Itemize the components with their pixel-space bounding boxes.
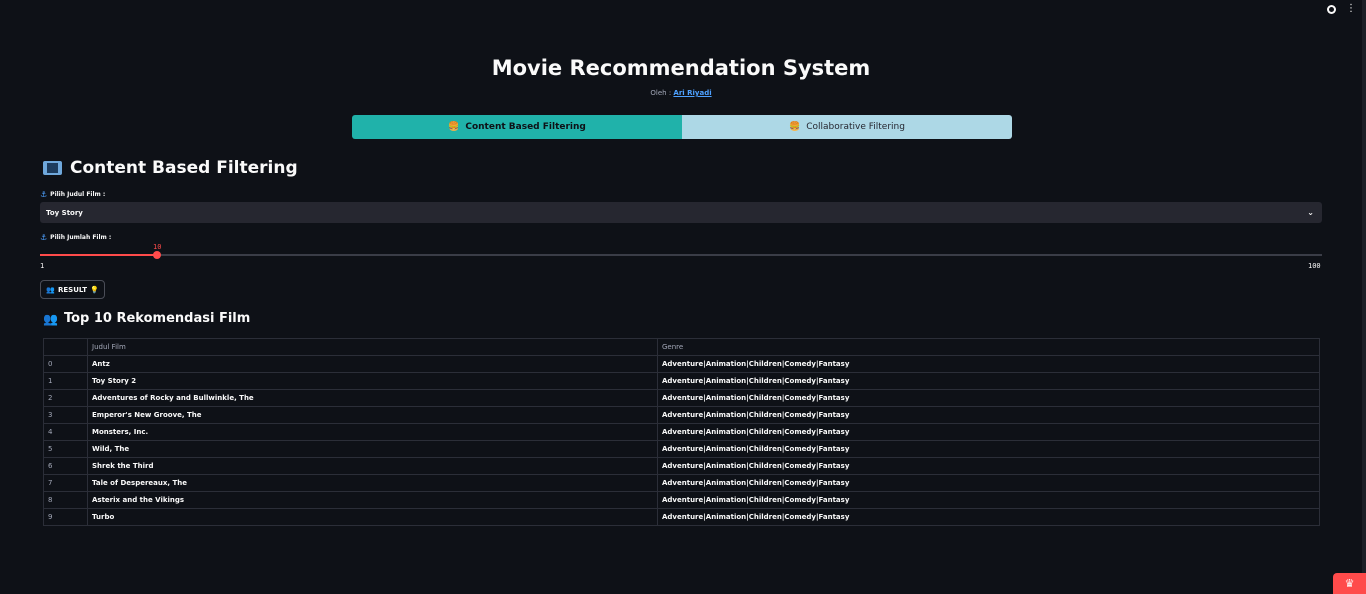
row-index: 7 (43, 474, 88, 492)
lightbulb-icon: 💡 (89, 285, 99, 294)
table-header-row: Judul Film Genre (43, 338, 1320, 356)
movie-title-cell: Adventures of Rocky and Bullwinkle, The (87, 389, 658, 407)
genre-cell: Adventure|Animation|Children|Comedy|Fant… (657, 440, 1320, 458)
column-header-genre[interactable]: Genre (657, 338, 1320, 356)
genre-cell: Adventure|Animation|Children|Comedy|Fant… (657, 508, 1320, 526)
movie-title-cell: Emperor's New Groove, The (87, 406, 658, 424)
row-index: 3 (43, 406, 88, 424)
row-index: 2 (43, 389, 88, 407)
results-table: Judul Film Genre 0 Antz Adventure|Animatio… (43, 338, 1320, 526)
github-icon[interactable] (1327, 5, 1336, 14)
table-row: 0 Antz Adventure|Animation|Children|Comedy… (43, 355, 1320, 373)
table-row: 1 Toy Story 2 Adventure|Animation|Children… (43, 372, 1320, 390)
row-index: 5 (43, 440, 88, 458)
movie-title-cell: Wild, The (87, 440, 658, 458)
genre-cell: Adventure|Animation|Children|Comedy|Fant… (657, 423, 1320, 441)
more-options-icon[interactable]: ⋮ (1346, 4, 1356, 14)
genre-cell: Adventure|Animation|Children|Comedy|Fant… (657, 491, 1320, 509)
table-row: 2 Adventures of Rocky and Bullwinkle, The… (43, 389, 1320, 407)
slider-thumb[interactable] (153, 251, 161, 259)
movie-title-cell: Asterix and the Vikings (87, 491, 658, 509)
row-index: 4 (43, 423, 88, 441)
select-label: ⚓ Pilih Judul Film : (40, 190, 105, 199)
movie-title-cell: Turbo (87, 508, 658, 526)
movie-title-cell: Tale of Despereaux, The (87, 474, 658, 492)
crown-icon: ♛ (1344, 577, 1355, 590)
anchor-icon: ⚓ (40, 190, 48, 199)
row-index: 1 (43, 372, 88, 390)
author-link[interactable]: Ari Riyadi (673, 89, 711, 97)
movie-select-value: Toy Story (46, 208, 83, 217)
people-icon: 👥 (43, 311, 58, 326)
hamburger-icon: 🍔 (448, 122, 460, 132)
results-title: Top 10 Rekomendasi Film (63, 311, 251, 326)
table-row: 7 Tale of Despereaux, The Adventure|Animat… (43, 474, 1320, 492)
streamlit-crown-badge[interactable]: ♛ (1333, 573, 1366, 594)
chevron-down-icon: ⌄ (1307, 208, 1314, 217)
genre-cell: Adventure|Animation|Children|Comedy|Fant… (657, 355, 1320, 373)
by-label: Oleh : (650, 89, 674, 97)
column-header-title[interactable]: Judul Film (87, 338, 658, 356)
table-row: 6 Shrek the Third Adventure|Animation|Chil… (43, 457, 1320, 475)
slider-max-label: 100 (1308, 262, 1321, 270)
tab-label: Content Based Filtering (465, 122, 586, 132)
result-button-label: RESULT (58, 285, 87, 294)
people-icon: 👥 (46, 285, 55, 294)
movie-title-cell: Monsters, Inc. (87, 423, 658, 441)
row-index: 0 (43, 355, 88, 373)
section-heading: Content Based Filtering (43, 158, 298, 178)
anchor-icon: ⚓ (40, 233, 48, 242)
column-header-index (43, 338, 88, 356)
result-button[interactable]: 👥 RESULT 💡 (40, 280, 105, 299)
section-title: Content Based Filtering (70, 158, 298, 178)
table-row: 3 Emperor's New Groove, The Adventure|Anim… (43, 406, 1320, 424)
author-byline: Oleh : Ari Riyadi (0, 89, 1362, 97)
page-scrollbar[interactable] (1362, 0, 1366, 594)
genre-cell: Adventure|Animation|Children|Comedy|Fant… (657, 389, 1320, 407)
movie-select[interactable]: Toy Story ⌄ (40, 202, 1322, 223)
table-row: 8 Asterix and the Vikings Adventure|Animat… (43, 491, 1320, 509)
select-label-text: Pilih Judul Film : (50, 191, 106, 198)
movie-title-cell: Shrek the Third (87, 457, 658, 475)
genre-cell: Adventure|Animation|Children|Comedy|Fant… (657, 474, 1320, 492)
row-index: 8 (43, 491, 88, 509)
tab-collaborative[interactable]: 🍔 Collaborative Filtering (682, 115, 1012, 139)
movie-title-cell: Antz (87, 355, 658, 373)
slider-fill (40, 254, 157, 256)
genre-cell: Adventure|Animation|Children|Comedy|Fant… (657, 457, 1320, 475)
tab-label: Collaborative Filtering (806, 122, 905, 132)
table-row: 4 Monsters, Inc. Adventure|Animation|Child… (43, 423, 1320, 441)
slider-label: ⚓ Pilih Jumlah Film : (40, 233, 111, 242)
table-row: 5 Wild, The Adventure|Animation|Children|C… (43, 440, 1320, 458)
slider-current-value: 10 (153, 243, 162, 251)
results-heading: 👥 Top 10 Rekomendasi Film (43, 311, 250, 326)
hamburger-icon: 🍔 (789, 122, 801, 132)
film-icon (43, 161, 62, 175)
slider-min-label: 1 (40, 262, 45, 270)
top-toolbar: ⋮ (1327, 0, 1366, 18)
row-index: 6 (43, 457, 88, 475)
genre-cell: Adventure|Animation|Children|Comedy|Fant… (657, 406, 1320, 424)
tab-content-based[interactable]: 🍔 Content Based Filtering (352, 115, 682, 139)
genre-cell: Adventure|Animation|Children|Comedy|Fant… (657, 372, 1320, 390)
count-slider[interactable] (40, 251, 1322, 259)
movie-title-cell: Toy Story 2 (87, 372, 658, 390)
table-row: 9 Turbo Adventure|Animation|Children|Comed… (43, 508, 1320, 526)
page-title: Movie Recommendation System (491, 56, 871, 80)
row-index: 9 (43, 508, 88, 526)
slider-label-text: Pilih Jumlah Film : (50, 234, 112, 241)
tab-bar: 🍔 Content Based Filtering 🍔 Collaborativ… (352, 115, 1012, 139)
